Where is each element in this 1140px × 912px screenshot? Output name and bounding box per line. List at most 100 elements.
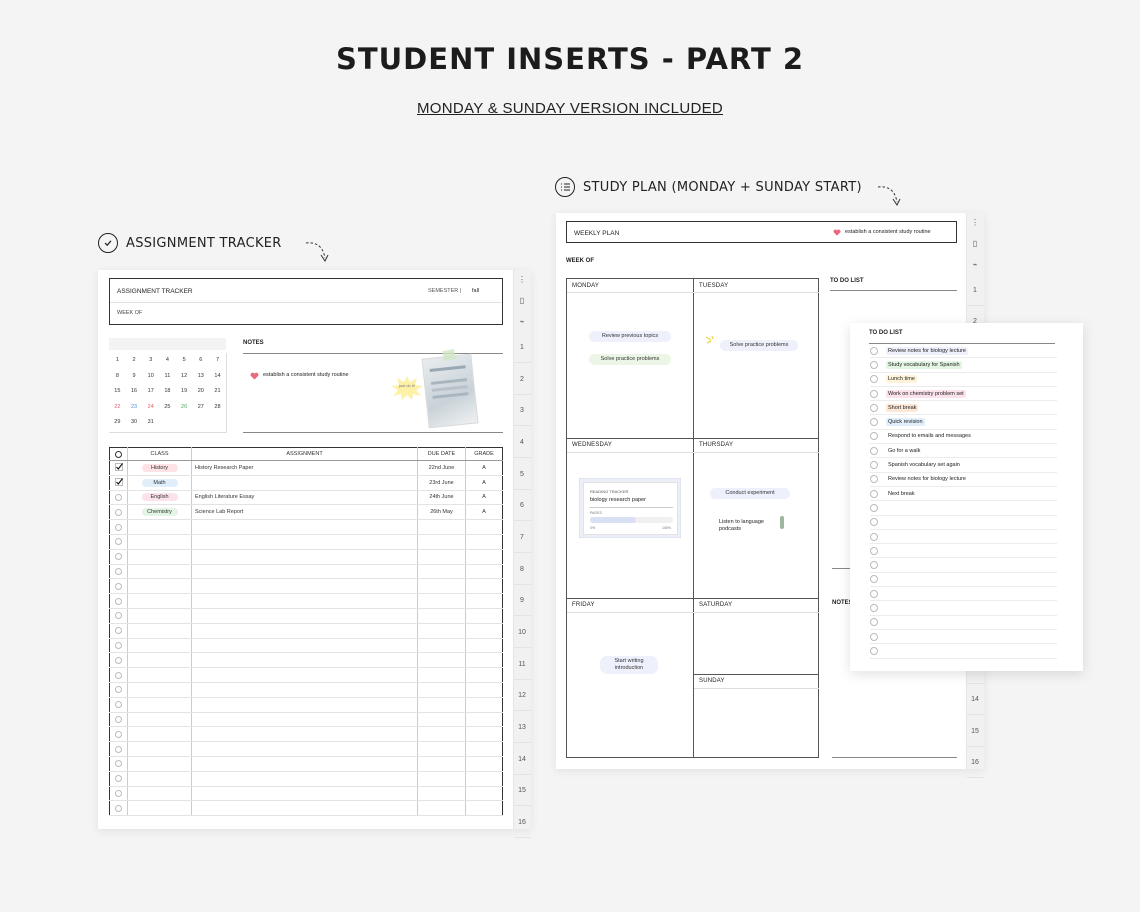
- checkbox-icon[interactable]: [870, 589, 878, 598]
- task-text[interactable]: Listen to language podcasts: [719, 519, 779, 533]
- side-tab[interactable]: 2: [513, 376, 531, 383]
- checkbox-icon[interactable]: [870, 461, 878, 470]
- checkbox-icon[interactable]: [870, 632, 878, 641]
- side-tab[interactable]: 16: [966, 759, 984, 766]
- checkbox-icon[interactable]: [870, 375, 878, 384]
- calendar-day[interactable]: 4: [159, 353, 176, 369]
- checkbox-icon[interactable]: [870, 360, 878, 369]
- assignment-name[interactable]: Science Lab Report: [195, 509, 243, 515]
- todo-text[interactable]: Lunch time: [886, 375, 917, 384]
- checkbox-icon[interactable]: [870, 418, 878, 427]
- calendar-day[interactable]: 29: [109, 415, 126, 431]
- todo-text[interactable]: Quick revision: [886, 418, 925, 427]
- checkbox-icon[interactable]: [115, 553, 122, 561]
- checkbox-icon[interactable]: [115, 523, 122, 531]
- checkbox-icon[interactable]: [115, 597, 122, 605]
- todo-text[interactable]: Review notes for biology lecture: [886, 346, 968, 355]
- due-date[interactable]: 24th June: [429, 494, 453, 500]
- checkbox-icon[interactable]: [870, 503, 878, 512]
- checkmark-icon[interactable]: [114, 477, 123, 486]
- calendar-day[interactable]: 14: [209, 369, 226, 385]
- todo-text[interactable]: Respond to emails and messages: [886, 432, 973, 440]
- calendar-day[interactable]: 20: [192, 384, 209, 400]
- checkbox-icon[interactable]: [115, 582, 122, 590]
- grade[interactable]: A: [482, 465, 486, 471]
- paperclip-icon[interactable]: ⌁: [966, 260, 984, 269]
- calendar-day[interactable]: 24: [142, 400, 159, 416]
- bookmark-icon[interactable]: ▯: [513, 296, 531, 305]
- calendar-day[interactable]: 3: [142, 353, 159, 369]
- side-tab[interactable]: 1: [513, 344, 531, 351]
- checkbox-icon[interactable]: [115, 686, 122, 694]
- checkbox-icon[interactable]: [870, 604, 878, 613]
- checkbox-icon[interactable]: [870, 389, 878, 398]
- checkbox-icon[interactable]: [115, 538, 122, 546]
- menu-dots-icon[interactable]: ⋮: [513, 275, 531, 284]
- side-tab[interactable]: 5: [513, 471, 531, 478]
- checkbox-icon[interactable]: [870, 518, 878, 527]
- todo-text[interactable]: Spanish vocabulary set again: [886, 461, 962, 469]
- checkbox-icon[interactable]: [870, 646, 878, 655]
- calendar-day[interactable]: [176, 415, 193, 431]
- calendar-day[interactable]: 11: [159, 369, 176, 385]
- checkbox-icon[interactable]: [115, 671, 122, 679]
- checkbox-icon[interactable]: [870, 618, 878, 627]
- side-tab[interactable]: 6: [513, 502, 531, 509]
- calendar-day[interactable]: 23: [126, 400, 143, 416]
- calendar-day[interactable]: 15: [109, 384, 126, 400]
- paperclip-icon[interactable]: ⌁: [513, 317, 531, 326]
- grade[interactable]: A: [482, 509, 486, 515]
- checkbox-icon[interactable]: [115, 627, 122, 635]
- calendar-day[interactable]: 12: [176, 369, 193, 385]
- task-bubble[interactable]: Review previous topics: [589, 331, 671, 342]
- side-tab[interactable]: 3: [513, 407, 531, 414]
- calendar-day[interactable]: 18: [159, 384, 176, 400]
- todo-text[interactable]: Review notes for biology lecture: [886, 475, 968, 483]
- side-tab[interactable]: 8: [513, 566, 531, 573]
- calendar-day[interactable]: 5: [176, 353, 193, 369]
- todo-text[interactable]: Study vocabulary for Spanish: [886, 360, 962, 369]
- checkbox-icon[interactable]: [115, 775, 122, 783]
- calendar-day[interactable]: 6: [192, 353, 209, 369]
- checkbox-icon[interactable]: [115, 493, 122, 501]
- checkbox-icon[interactable]: [115, 730, 122, 738]
- calendar-day[interactable]: 25: [159, 400, 176, 416]
- checkbox-icon[interactable]: [115, 745, 122, 753]
- todo-text[interactable]: Next break: [886, 490, 917, 498]
- side-tab[interactable]: 14: [966, 696, 984, 703]
- todo-text[interactable]: Short break: [886, 403, 919, 412]
- calendar-day[interactable]: 31: [142, 415, 159, 431]
- menu-dots-icon[interactable]: ⋮: [966, 218, 984, 227]
- grade[interactable]: A: [482, 494, 486, 500]
- side-tab[interactable]: 14: [513, 756, 531, 763]
- checkbox-icon[interactable]: [870, 532, 878, 541]
- calendar-day[interactable]: [192, 415, 209, 431]
- checkbox-icon[interactable]: [115, 701, 122, 709]
- grade[interactable]: A: [482, 480, 486, 486]
- checkbox-icon[interactable]: [870, 346, 878, 355]
- checkbox-icon[interactable]: [870, 475, 878, 484]
- side-tab[interactable]: 1: [966, 287, 984, 294]
- due-date[interactable]: 22nd June: [429, 465, 455, 471]
- checkbox-icon[interactable]: [115, 612, 122, 620]
- checkmark-icon[interactable]: [114, 462, 123, 471]
- todo-text[interactable]: Go for a walk: [886, 447, 922, 455]
- calendar-day[interactable]: [159, 415, 176, 431]
- side-tab[interactable]: 15: [966, 728, 984, 735]
- calendar-day[interactable]: 13: [192, 369, 209, 385]
- task-bubble[interactable]: Start writing introduction: [600, 656, 658, 674]
- checkbox-icon[interactable]: [115, 567, 122, 575]
- checkbox-icon[interactable]: [115, 760, 122, 768]
- checkbox-icon[interactable]: [870, 575, 878, 584]
- task-bubble[interactable]: Solve practice problems: [589, 354, 671, 365]
- checkbox-icon[interactable]: [115, 641, 122, 649]
- calendar-day[interactable]: [209, 415, 226, 431]
- checkbox-icon[interactable]: [870, 446, 878, 455]
- checkbox-icon[interactable]: [115, 715, 122, 723]
- calendar-day[interactable]: 17: [142, 384, 159, 400]
- task-bubble[interactable]: Conduct experiment: [710, 488, 790, 499]
- assignment-name[interactable]: History Research Paper: [195, 465, 253, 471]
- checkbox-icon[interactable]: [115, 789, 122, 797]
- calendar-day[interactable]: 27: [192, 400, 209, 416]
- calendar-day[interactable]: 2: [126, 353, 143, 369]
